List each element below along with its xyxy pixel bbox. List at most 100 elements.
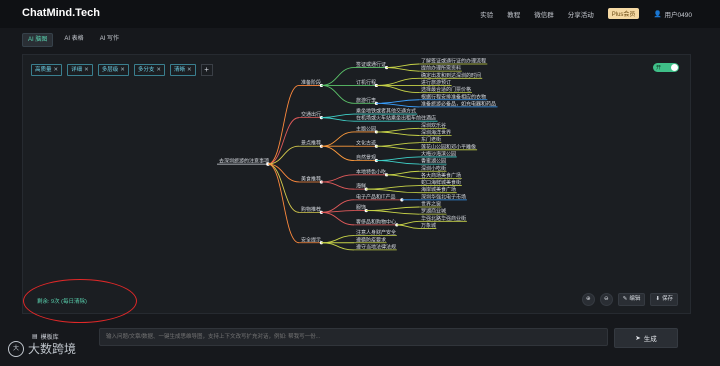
- zoom-out-button[interactable]: ⊖: [599, 293, 613, 306]
- nav-item-share[interactable]: 分享活动: [568, 9, 594, 19]
- nav-item-lab[interactable]: 实验: [480, 9, 493, 19]
- mindmap-node-label[interactable]: 电子产品和IT产品: [356, 193, 395, 200]
- mindmap-node-label[interactable]: 注意人身财产安全: [356, 229, 396, 236]
- zoom-in-icon: ⊕: [585, 296, 591, 302]
- mindmap-node-label[interactable]: 深圳华强北电子市场: [421, 193, 466, 200]
- edit-icon: ✎: [622, 296, 628, 302]
- mindmap-node-label[interactable]: 确定出发和到达深圳的时间: [421, 72, 481, 79]
- mindmap-link: [366, 188, 420, 194]
- mindmap-node-label[interactable]: 乘坐地铁或者其他交通方式: [356, 108, 416, 115]
- user-icon: 👤: [653, 10, 662, 18]
- tab-ai-mindmap[interactable]: AI 脑图: [22, 33, 54, 47]
- mindmap-node-label[interactable]: 海鲜: [356, 183, 366, 190]
- mindmap-node-label[interactable]: 罗湖商业城: [421, 208, 446, 215]
- mindmap-node-label[interactable]: 签证或通行证: [356, 61, 386, 68]
- mindmap-link: [321, 181, 355, 190]
- mindmap-node-label[interactable]: 进行旅游预订: [421, 79, 451, 86]
- mindmap-link: [321, 242, 355, 251]
- mindmap-link: [321, 85, 355, 104]
- mindmap-node-label[interactable]: 文化古迹: [356, 140, 376, 147]
- mindmap-node-label[interactable]: 自然景观: [356, 154, 376, 161]
- tab-ai-writing[interactable]: AI 写作: [95, 33, 124, 45]
- mindmap-node-label[interactable]: 大梅沙海滨公园: [421, 150, 456, 157]
- mindmap-node-label[interactable]: 准备阶段: [301, 79, 321, 86]
- mindmap-node-label[interactable]: 美食推荐: [301, 175, 321, 182]
- mindmap-node-label[interactable]: 在机场或火车站乘坐出租车前往酒店: [356, 115, 436, 122]
- mindmap-graph: 去深圳旅游的注意事项 准备阶段 签证或通行证 了解签证或通行证的办理流程提前办理所需资…: [217, 58, 498, 251]
- mindmap-node-label[interactable]: 遵循防疫要求: [356, 236, 386, 243]
- mindmap-link: [386, 63, 420, 69]
- save-button[interactable]: ⬇ 保存: [650, 293, 678, 306]
- generate-button[interactable]: ➤ 生成: [614, 328, 678, 348]
- mindmap-link: [376, 156, 420, 161]
- mindmap-node-label[interactable]: 各大商场美食广场: [421, 172, 461, 179]
- mindmap-link: [376, 145, 420, 151]
- user-menu[interactable]: 👤 用户0490: [653, 9, 692, 19]
- mindmap-link: [366, 210, 420, 215]
- mindmap-link: [376, 85, 420, 94]
- mindmap-node-label[interactable]: 了解签证或通行证的办理流程: [421, 58, 486, 65]
- mindmap-node-label[interactable]: 海岸城美食广场: [421, 186, 456, 193]
- mindmap-link: [267, 163, 300, 244]
- mindmap-link: [386, 67, 420, 72]
- zoom-in-button[interactable]: ⊕: [581, 293, 595, 306]
- mindmap-link: [376, 99, 420, 104]
- mindmap-node-label[interactable]: 本地特色小吃: [356, 168, 386, 175]
- zoom-out-icon: ⊖: [603, 296, 609, 302]
- send-icon: ➤: [635, 335, 641, 342]
- mindmap-node-label[interactable]: 遵守当地法律法规: [356, 243, 396, 250]
- mindmap-node-label[interactable]: 深圳欢乐谷: [421, 122, 446, 129]
- mindmap-node-label[interactable]: 深圳海洋世界: [421, 129, 451, 136]
- mindmap-link: [376, 77, 420, 86]
- mindmap-node-label[interactable]: 安全提示: [301, 236, 321, 243]
- mindmap-node-label[interactable]: 奢侈品和购物中心: [356, 218, 396, 225]
- mindmap-node-label[interactable]: 旅游行李: [356, 97, 376, 104]
- mindmap-link: [321, 67, 355, 86]
- mindmap-link: [376, 142, 420, 147]
- watermark-logo-icon: 大: [8, 340, 24, 357]
- mindmap-link: [321, 174, 355, 183]
- mindmap-node-label[interactable]: 蛇口海鲜城美食街: [421, 179, 461, 186]
- mindmap-link: [366, 206, 420, 212]
- mindmap-node-label[interactable]: 订机行程: [356, 79, 376, 86]
- edit-button[interactable]: ✎ 编辑: [617, 293, 646, 306]
- document-icon: ▤: [32, 334, 38, 340]
- mindmap-node-label[interactable]: 准备旅游必备品，如充电器和药品: [421, 100, 496, 107]
- mindmap-link: [386, 170, 420, 176]
- mindmap-link: [321, 235, 355, 244]
- mindmap-link: [376, 160, 420, 165]
- mindmap-link: [376, 127, 420, 133]
- mindmap-link: [321, 131, 355, 147]
- mindmap-node-label[interactable]: 华强北路华强商业街: [421, 215, 466, 222]
- mindmap-node-label[interactable]: 选择最合适的门票价格: [421, 86, 471, 93]
- mindmap-link: [321, 211, 355, 226]
- mindmap-node-label[interactable]: 东门老街: [421, 136, 441, 143]
- mindmap-node-label[interactable]: 莲花山公园和邓小平雕像: [421, 143, 476, 150]
- mindmap-link: [396, 220, 420, 226]
- save-icon: ⬇: [655, 296, 660, 302]
- generate-label: 生成: [643, 336, 657, 343]
- mindmap-canvas[interactable]: 高质量 ✕ 详细 ✕ 多层级 ✕ 多分支 ✕ 清晰 ✕ + 开 去深圳旅游的注意事项 准备阶…: [22, 54, 691, 323]
- top-nav: 实验 教程 微信群 分享活动 Plus会员 👤 用户0490: [480, 8, 692, 19]
- mindmap-node-label[interactable]: 香蜜湖公园: [421, 158, 446, 165]
- mindmap-link: [386, 174, 420, 179]
- mindmap-node-label[interactable]: 景点推荐: [301, 140, 321, 147]
- mindmap-node-label[interactable]: 交通出行: [301, 111, 321, 118]
- mindmap-node-label[interactable]: 根据行程安排准备相应的衣物: [421, 93, 486, 100]
- prompt-input[interactable]: [99, 328, 608, 346]
- mindmap-node-label[interactable]: 服饰: [356, 204, 366, 211]
- nav-item-tutorial[interactable]: 教程: [507, 9, 520, 19]
- tab-ai-table[interactable]: AI 表格: [59, 33, 88, 45]
- mindmap-node-label[interactable]: 世界之窗: [421, 201, 441, 208]
- prompt-bar: ▤ 模板库 ➤ 生成: [22, 326, 689, 348]
- mindmap-node-label[interactable]: 万象城: [421, 222, 436, 229]
- mindmap-node-label[interactable]: 深圳小吃街: [421, 165, 446, 172]
- mindmap-root-label[interactable]: 去深圳旅游的注意事项: [219, 158, 269, 165]
- mindmap-node-label[interactable]: 购物推荐: [301, 206, 321, 213]
- nav-item-wechat-group[interactable]: 微信群: [534, 9, 554, 19]
- mindmap-node-label[interactable]: 提前办理所需资料: [421, 65, 461, 72]
- plus-member-button[interactable]: Plus会员: [607, 8, 640, 19]
- app-logo[interactable]: ChatMind.Tech: [22, 7, 100, 19]
- mindmap-link: [376, 131, 420, 136]
- mindmap-node-label[interactable]: 主题公园: [356, 125, 376, 132]
